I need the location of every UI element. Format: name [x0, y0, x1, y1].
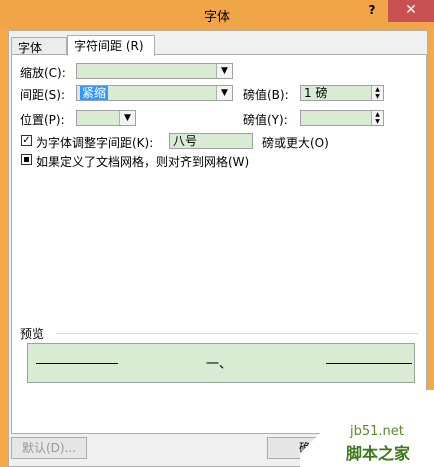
- default-button[interactable]: 默认(D)...: [11, 437, 87, 459]
- spacing-by-spinner[interactable]: 1 磅 ▲ ▼: [300, 85, 384, 101]
- kerning-label: 为字体调整字间距(K):: [36, 136, 154, 150]
- tab-character-spacing[interactable]: 字符间距 (R): [67, 35, 155, 56]
- tab-font[interactable]: 字体 (N): [11, 37, 67, 70]
- snap-to-grid-checkbox[interactable]: [21, 154, 32, 165]
- chevron-down-icon[interactable]: ▼: [216, 64, 232, 78]
- spinner-buttons: ▲ ▼: [371, 86, 383, 100]
- arrow-down-icon[interactable]: ▼: [372, 93, 383, 100]
- spacing-by-value: 1 磅: [304, 86, 328, 100]
- preview-line-right: [326, 363, 412, 364]
- position-by-spinner[interactable]: ▲ ▼: [300, 110, 384, 126]
- close-button[interactable]: ✕: [388, 0, 434, 22]
- arrow-up-icon[interactable]: ▲: [372, 86, 383, 93]
- help-button[interactable]: ?: [360, 1, 384, 23]
- scale-label: 缩放(C):: [20, 66, 66, 80]
- position-by-label: 磅值(Y):: [243, 113, 288, 127]
- kerning-suffix-label: 磅或更大(O): [262, 136, 329, 150]
- tab-strip: 字体 (N) 字符间距 (R): [9, 35, 427, 70]
- preview-separator: [56, 333, 418, 334]
- font-dialog-window: 字体 ? ✕ 字体 (N) 字符间距 (R) 缩放(C): ▼ 间距(S): 紧…: [0, 0, 434, 467]
- arrow-up-icon[interactable]: ▲: [372, 111, 383, 118]
- watermark-brand: 脚本之家: [346, 444, 411, 463]
- watermark-site: jb51.net: [350, 424, 404, 439]
- spacing-label: 间距(S):: [20, 88, 66, 102]
- spinner-buttons: ▲ ▼: [371, 111, 383, 125]
- spacing-combo[interactable]: 紧缩 ▼: [76, 85, 233, 101]
- chevron-down-icon[interactable]: ▼: [119, 111, 135, 125]
- chevron-down-icon[interactable]: ▼: [216, 86, 232, 100]
- spacing-by-label: 磅值(B):: [243, 88, 289, 102]
- scale-combo[interactable]: ▼: [76, 63, 233, 79]
- title-bar[interactable]: 字体 ? ✕: [0, 0, 434, 30]
- arrow-down-icon[interactable]: ▼: [372, 118, 383, 125]
- preview-label: 预览: [20, 327, 45, 341]
- position-label: 位置(P):: [20, 113, 65, 127]
- preview-box: 一、: [27, 343, 415, 383]
- position-combo[interactable]: ▼: [76, 110, 136, 126]
- kerning-size-value: 八号: [173, 134, 198, 148]
- preview-text: 一、: [206, 357, 233, 372]
- kerning-checkbox[interactable]: ✓: [21, 135, 32, 146]
- preview-line-left: [36, 363, 118, 364]
- snap-to-grid-label: 如果定义了文档网格，则对齐到网格(W): [36, 155, 250, 169]
- kerning-size-field[interactable]: 八号: [169, 133, 253, 149]
- spacing-value: 紧缩: [80, 86, 109, 100]
